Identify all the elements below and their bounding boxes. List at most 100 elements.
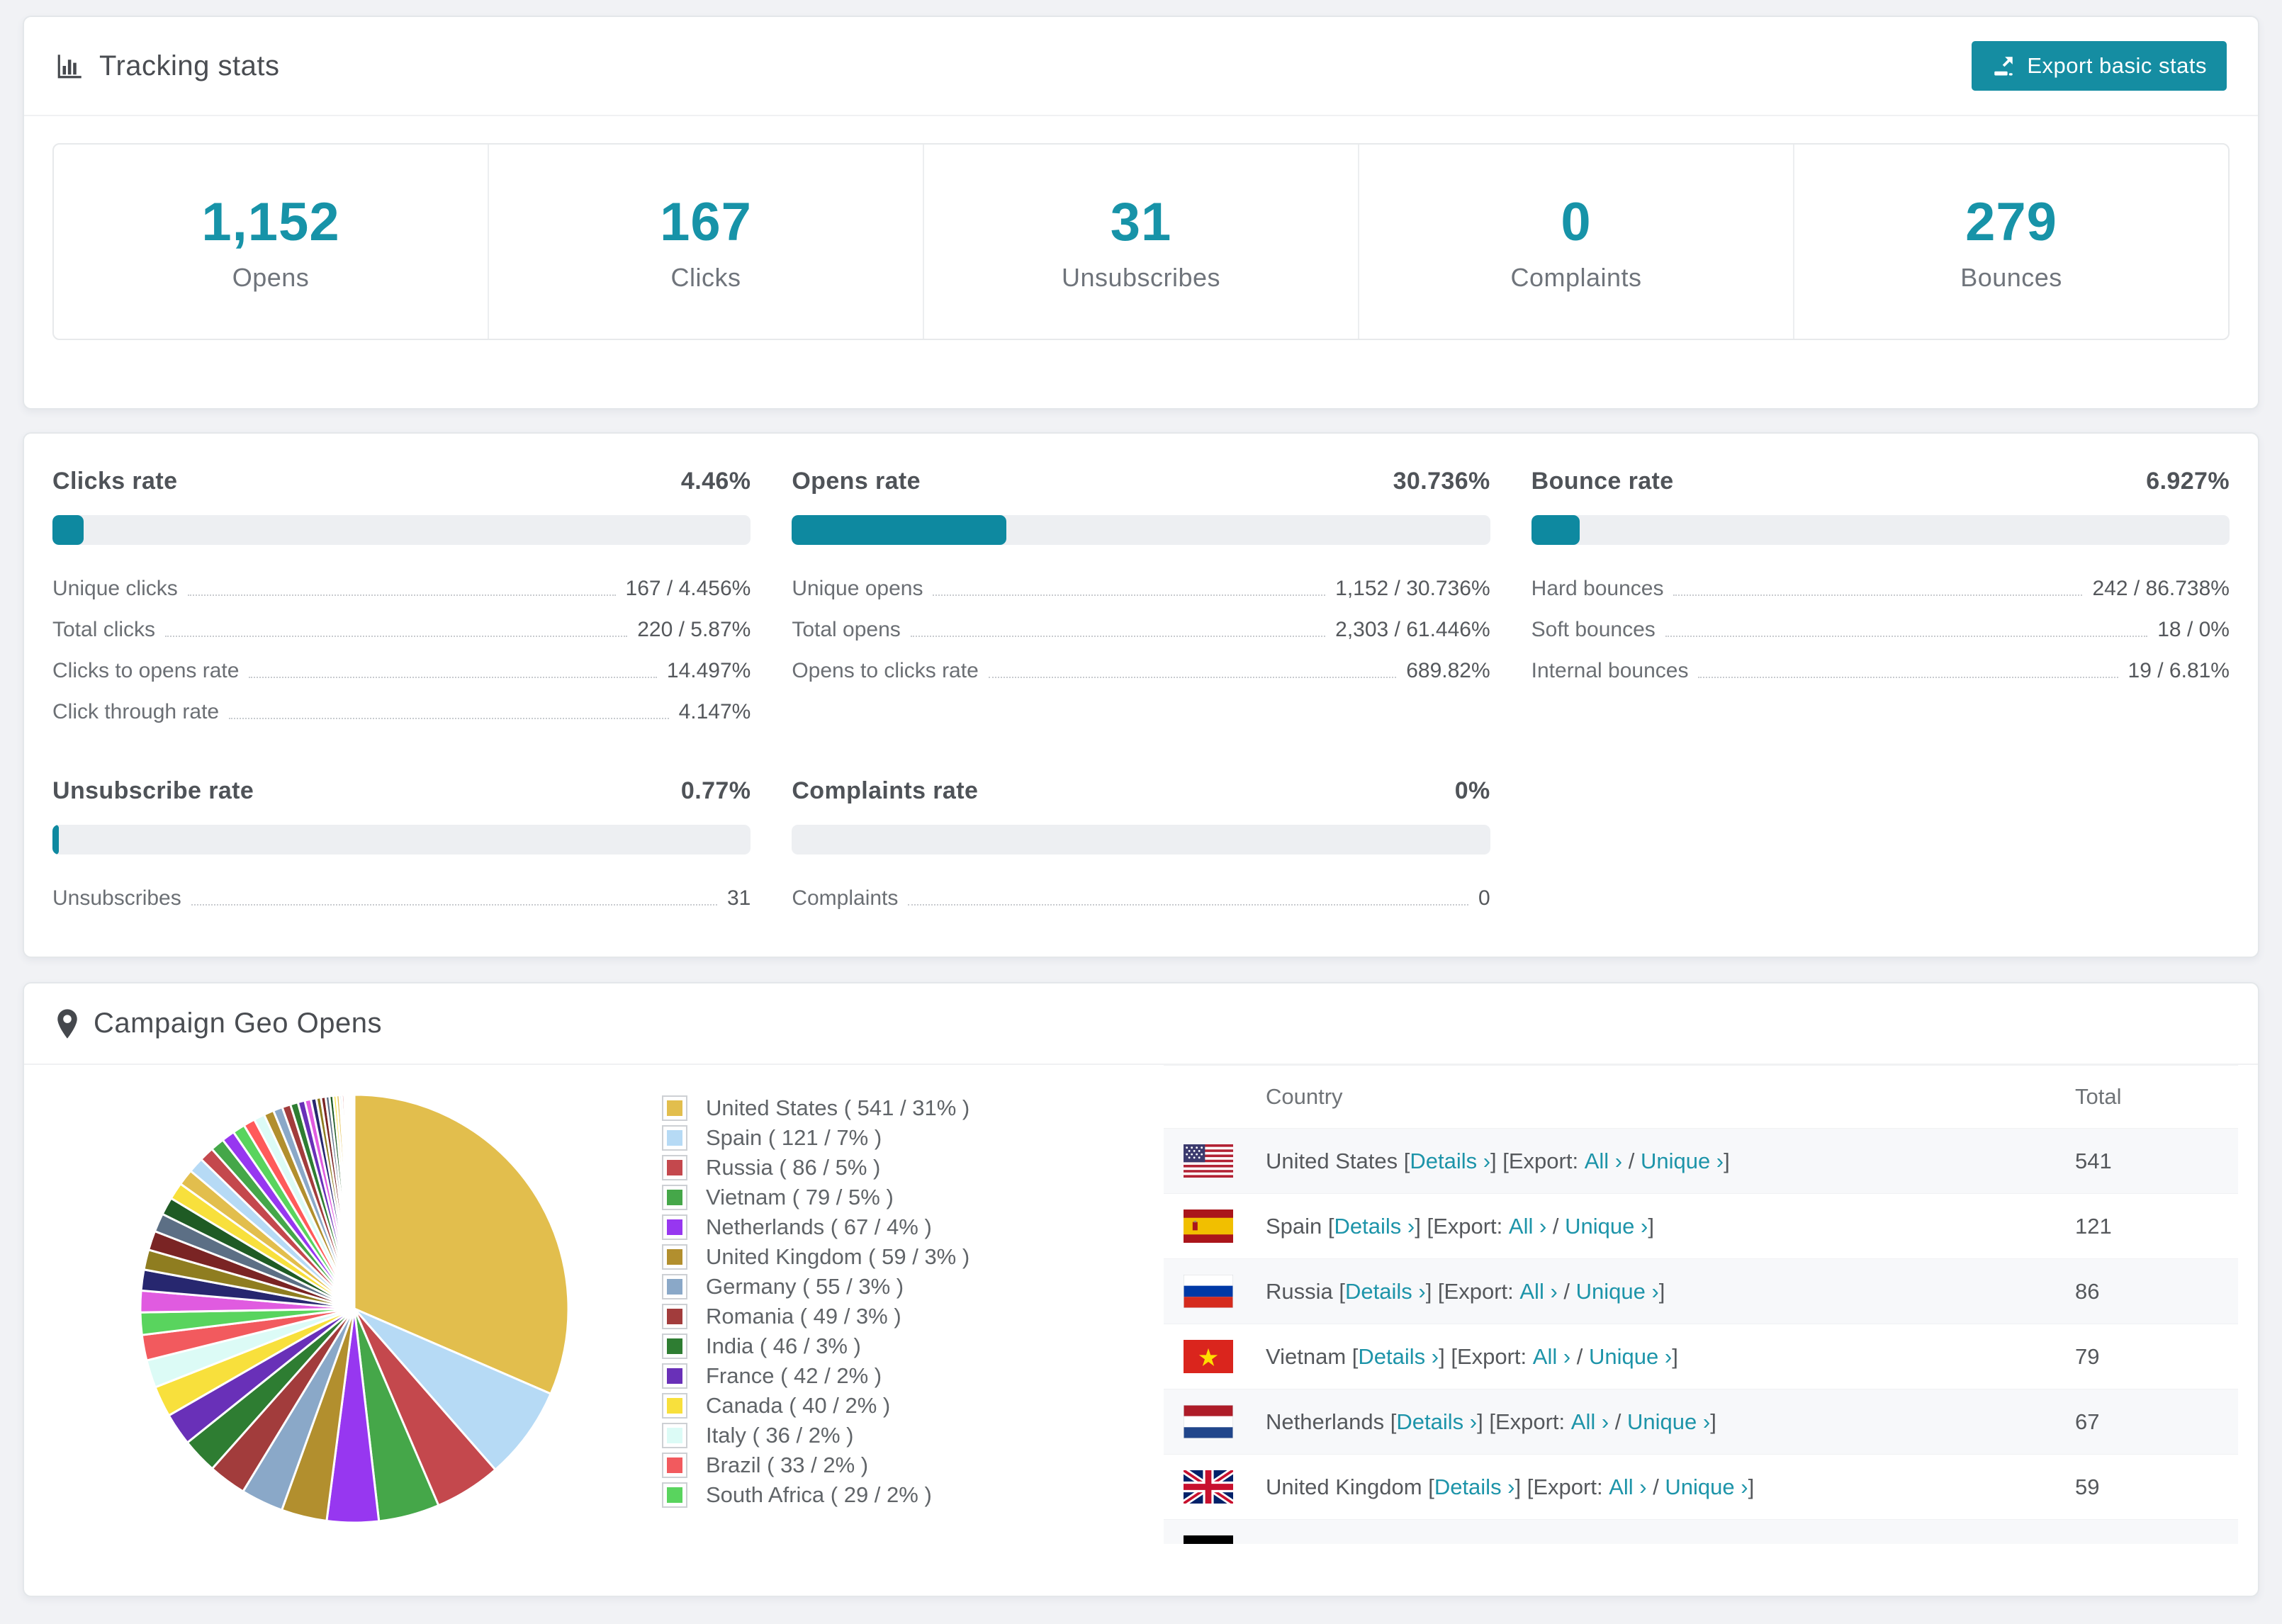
bracket: ]: [1648, 1213, 1654, 1239]
geo-table-row: United States [Details ›] [Export: All ›…: [1164, 1128, 2238, 1193]
geo-table-row: Netherlands [Details ›] [Export: All › /…: [1164, 1389, 2238, 1454]
summary-value: 1,152: [201, 191, 340, 252]
rate-row: Complaints 0: [792, 876, 1490, 917]
legend-label: Canada ( 40 / 2% ): [706, 1393, 891, 1418]
rate-progress-bar: [792, 825, 1490, 855]
export-all-link[interactable]: All ›: [1509, 1214, 1546, 1239]
export-all-link[interactable]: All ›: [1533, 1344, 1570, 1370]
rate-row-value: 0: [1478, 886, 1490, 910]
map-pin-icon: [57, 1008, 77, 1039]
bracket: ]: [1710, 1409, 1716, 1434]
export-icon: [1994, 57, 2013, 76]
details-link[interactable]: Details ›: [1410, 1149, 1490, 1174]
slash-text: /: [1609, 1409, 1628, 1434]
export-unique-link[interactable]: Unique ›: [1576, 1279, 1659, 1304]
rate-row: Unsubscribes 31: [52, 876, 751, 917]
legend-swatch[interactable]: [662, 1155, 687, 1180]
summary-value: 167: [660, 191, 752, 252]
legend-item: Germany ( 55 / 3% ): [662, 1272, 1059, 1302]
details-link[interactable]: Details ›: [1396, 1409, 1477, 1435]
rate-block-clicks: Clicks rate 4.46% Unique clicks 167 / 4.456…: [52, 468, 751, 731]
legend-label: South Africa ( 29 / 2% ): [706, 1482, 932, 1507]
legend-label: Brazil ( 33 / 2% ): [706, 1453, 869, 1477]
legend-swatch[interactable]: [662, 1125, 687, 1151]
rate-block-complaints: Complaints rate 0% Complaints 0: [792, 777, 1490, 917]
legend-label: Russia ( 86 / 5% ): [706, 1155, 881, 1180]
total-cell: 541: [2075, 1148, 2112, 1173]
summary-cell-bounces: 279 Bounces: [1794, 145, 2228, 339]
rate-row-label: Opens to clicks rate: [792, 659, 979, 682]
rate-row: Clicks to opens rate 14.497%: [52, 648, 751, 689]
rate-block-bounce: Bounce rate 6.927% Hard bounces 242 / 86.73…: [1531, 468, 2230, 731]
export-all-link[interactable]: All ›: [1609, 1474, 1646, 1500]
legend-item: Brazil ( 33 / 2% ): [662, 1450, 1059, 1480]
details-link[interactable]: Details ›: [1434, 1474, 1515, 1500]
legend-swatch[interactable]: [662, 1393, 687, 1419]
legend-swatch[interactable]: [662, 1244, 687, 1270]
rate-row: Opens to clicks rate 689.82%: [792, 648, 1490, 689]
export-all-link[interactable]: All ›: [1519, 1279, 1557, 1304]
export-unique-link[interactable]: Unique ›: [1589, 1344, 1672, 1370]
rate-row-value: 220 / 5.87%: [637, 618, 751, 641]
bracket: [: [1339, 1278, 1345, 1304]
export-basic-stats-button[interactable]: Export basic stats: [1972, 41, 2227, 91]
geo-header: Campaign Geo Opens: [24, 983, 2258, 1064]
tracking-stats-title-text: Tracking stats: [99, 50, 280, 81]
dotted-leader: [908, 904, 1468, 906]
rate-value: 6.927%: [2146, 468, 2230, 495]
rate-row-label: Internal bounces: [1531, 659, 1689, 682]
flag-nl: [1184, 1405, 1233, 1438]
rate-title-row: Bounce rate 6.927%: [1531, 468, 2230, 495]
rates-card: Clicks rate 4.46% Unique clicks 167 / 4.456…: [23, 432, 2259, 958]
dotted-leader: [1673, 594, 2083, 596]
export-all-link[interactable]: All ›: [1571, 1409, 1609, 1435]
dotted-leader: [187, 594, 616, 596]
dotted-leader: [1698, 677, 2118, 678]
summary-cell-clicks: 167 Clicks: [489, 145, 924, 339]
total-cell: 86: [2075, 1278, 2100, 1304]
export-unique-link[interactable]: Unique ›: [1641, 1149, 1724, 1174]
flag-de: [1184, 1535, 1233, 1544]
geo-table-row: Vietnam [Details ›] [Export: All › / Uni…: [1164, 1324, 2238, 1389]
details-link[interactable]: Details ›: [1334, 1214, 1415, 1239]
geo-legend: United States ( 541 / 31% ) Spain ( 121 /…: [662, 1065, 1059, 1510]
legend-swatch[interactable]: [662, 1304, 687, 1329]
export-all-link[interactable]: All ›: [1585, 1149, 1622, 1174]
legend-label: France ( 42 / 2% ): [706, 1363, 882, 1388]
export-unique-link[interactable]: Unique ›: [1565, 1214, 1648, 1239]
rate-row-value: 4.147%: [678, 700, 751, 723]
rate-title-row: Unsubscribe rate 0.77%: [52, 777, 751, 805]
summary-stats: 1,152 Opens 167 Clicks 31 Unsubscribes 0 Compla…: [52, 143, 2230, 340]
export-text: ] [Export:: [1477, 1409, 1571, 1434]
geo-card: Campaign Geo Opens United States ( 541 /…: [23, 982, 2259, 1597]
export-unique-link[interactable]: Unique ›: [1665, 1474, 1748, 1500]
legend-swatch[interactable]: [662, 1453, 687, 1478]
flag-ru: [1184, 1275, 1233, 1308]
details-link[interactable]: Details ›: [1358, 1344, 1439, 1370]
details-link[interactable]: Details ›: [1345, 1279, 1426, 1304]
summary-value: 279: [1965, 191, 2057, 252]
column-header-country: Country: [1266, 1084, 1343, 1109]
legend-label: Romania ( 49 / 3% ): [706, 1304, 901, 1329]
country-cell: United Kingdom [Details ›] [Export: All …: [1184, 1470, 2075, 1504]
legend-swatch[interactable]: [662, 1363, 687, 1389]
country-name: Russia: [1266, 1278, 1339, 1304]
legend-swatch[interactable]: [662, 1274, 687, 1299]
dotted-leader: [933, 594, 1326, 596]
legend-swatch[interactable]: [662, 1185, 687, 1210]
rate-row-label: Unique clicks: [52, 577, 178, 600]
rate-row-value: 19 / 6.81%: [2128, 659, 2230, 682]
legend-swatch[interactable]: [662, 1482, 687, 1508]
legend-swatch[interactable]: [662, 1333, 687, 1359]
rate-row: Total clicks 220 / 5.87%: [52, 607, 751, 648]
legend-item: Romania ( 49 / 3% ): [662, 1302, 1059, 1331]
legend-swatch[interactable]: [662, 1214, 687, 1240]
legend-swatch[interactable]: [662, 1095, 687, 1121]
rate-title: Bounce rate: [1531, 468, 1674, 495]
rate-title: Complaints rate: [792, 777, 979, 804]
total-cell: 79: [2075, 1343, 2100, 1369]
dotted-leader: [229, 718, 669, 719]
export-unique-link[interactable]: Unique ›: [1627, 1409, 1710, 1435]
country-name: Netherlands: [1266, 1409, 1390, 1434]
legend-swatch[interactable]: [662, 1423, 687, 1448]
